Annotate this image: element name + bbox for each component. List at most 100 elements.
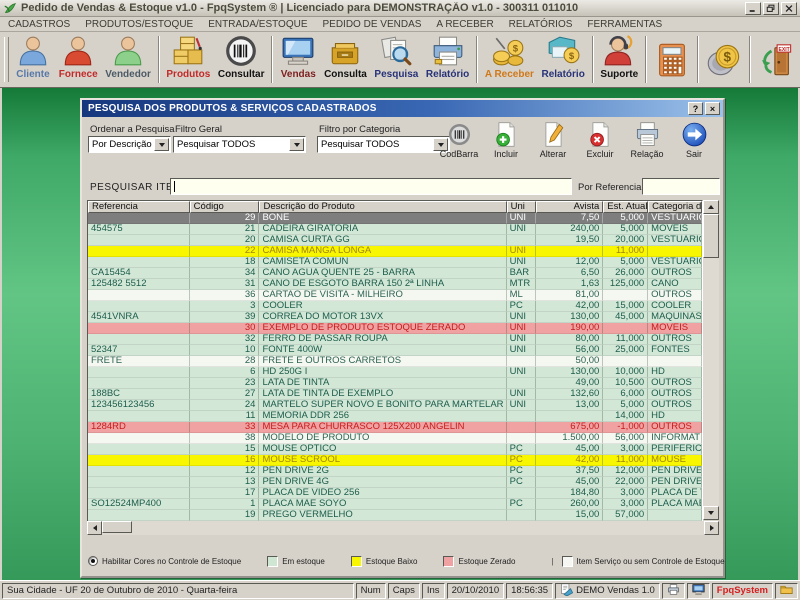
toolbar-button-cliente[interactable]: Cliente <box>11 33 55 86</box>
scroll-right-icon[interactable] <box>704 521 719 535</box>
order-filter-combobox[interactable]: Por Descrição <box>88 136 171 153</box>
table-row[interactable]: 20CAMISA CURTA GG19,5020,000VESTUARIO <box>88 235 702 246</box>
column-header-c-digo[interactable]: Código <box>190 201 260 213</box>
toolbar-button-exit-door[interactable]: EXIT <box>754 33 798 86</box>
menu-item-pedido-de-vendas[interactable]: PEDIDO DE VENDAS <box>323 19 422 30</box>
toolbar-button-relat-rio[interactable]: $Relatório <box>538 33 589 86</box>
toolbar-button-label: Vendedor <box>105 69 151 80</box>
category-filter-combobox[interactable]: Pesquisar TODOS <box>317 136 450 153</box>
table-row[interactable]: 12345612345624MARTELO SUPER NOVO E BONIT… <box>88 400 702 411</box>
toolbar-button-suporte[interactable]: Suporte <box>597 33 642 86</box>
table-row[interactable]: 19PREGO VERMELHO15,0057,000 <box>88 510 702 521</box>
table-cell: BONE <box>259 213 506 224</box>
menu-item-entrada-estoque[interactable]: ENTRADA/ESTOQUE <box>208 19 307 30</box>
reference-input[interactable] <box>642 178 720 195</box>
action-button-alterar[interactable]: Alterar <box>532 121 574 159</box>
table-cell: 52347 <box>88 345 190 356</box>
chevron-down-icon[interactable] <box>289 138 304 151</box>
table-row[interactable]: 1284RD33MESA PARA CHURRASCO 125X200 ANGE… <box>88 422 702 433</box>
toolbar-grip[interactable] <box>4 37 9 82</box>
scroll-left-icon[interactable] <box>87 521 102 535</box>
menu-item-a-receber[interactable]: A RECEBER <box>436 19 493 30</box>
chevron-down-icon[interactable] <box>154 138 169 151</box>
toolbar-button-consulta[interactable]: Consulta <box>320 33 370 86</box>
search-item-input[interactable] <box>170 178 572 195</box>
relacao-icon <box>634 121 661 148</box>
table-cell: 11 <box>190 411 260 422</box>
action-button-codbarra[interactable]: CodBarra <box>438 121 480 159</box>
table-row[interactable]: 3COOLERPC42,0015,000COOLER <box>88 301 702 312</box>
menu-item-relat-rios[interactable]: RELATÓRIOS <box>509 19 573 30</box>
table-row[interactable]: 5234710FONTE 400WUNI56,0025,000FONTES <box>88 345 702 356</box>
table-row[interactable]: 188BC27LATA DE TINTA DE EXEMPLOUNI132,60… <box>88 389 702 400</box>
table-cell: COOLER <box>259 301 506 312</box>
toolbar-button-coin[interactable]: $ <box>702 33 746 86</box>
column-header-descri-o-do-produto[interactable]: Descrição do Produto <box>259 201 506 213</box>
table-row[interactable]: 17PLACA DE VIDEO 256184,803,000PLACA DE … <box>88 488 702 499</box>
dialog-close-button[interactable]: × <box>705 102 720 115</box>
enable-colors-radio[interactable] <box>88 556 98 566</box>
column-header-est-atual[interactable]: Est. Atual <box>603 201 648 213</box>
table-row[interactable]: SO12524MP4001PLACA MÃE SOYOPC260,003,000… <box>88 499 702 510</box>
action-button-rela-o[interactable]: Relação <box>626 121 668 159</box>
toolbar-button-a-receber[interactable]: $A Receber <box>481 33 538 86</box>
table-cell: 19 <box>190 510 260 521</box>
table-cell: 675,00 <box>536 422 604 433</box>
toolbar-button-consultar[interactable]: Consultar <box>214 33 268 86</box>
window-titlebar[interactable]: Pedido de Vendas & Estoque v1.0 - FpqSys… <box>0 0 800 17</box>
toolbar-button-pesquisa[interactable]: Pesquisa <box>371 33 422 86</box>
action-button-sair[interactable]: Sair <box>673 121 715 159</box>
toolbar-button-vendas[interactable]: Vendas <box>276 33 320 86</box>
vertical-scroll-thumb[interactable] <box>703 214 719 258</box>
table-row[interactable]: 15MOUSE OPTICOPC45,003,000PERIFÉRICOS <box>88 444 702 455</box>
column-header-categoria-do-produto[interactable]: Categoria do Produto <box>648 201 702 213</box>
table-row[interactable]: 11MEMÓRIA DDR 25614,000HD <box>88 411 702 422</box>
table-row[interactable]: 6HD 250G IUNI130,0010,000HD <box>88 367 702 378</box>
table-row[interactable]: 32FERRO DE PASSAR ROUPAUNI80,0011,000OUT… <box>88 334 702 345</box>
table-row[interactable]: CA1545434CANO AGUA QUENTE 25 - BARRABAR6… <box>88 268 702 279</box>
close-button[interactable] <box>781 2 797 15</box>
table-row[interactable]: 29BONEUNI7,505,000VESTUARIO <box>88 213 702 224</box>
toolbar-button-vendedor[interactable]: Vendedor <box>101 33 154 86</box>
table-row[interactable]: 125482 551231CANO DE ESGOTO BARRA 150 2ª… <box>88 279 702 290</box>
table-row[interactable]: 16MOUSE SCROOLPC42,0011,000MOUSE <box>88 455 702 466</box>
menu-item-cadastros[interactable]: CADASTROS <box>8 19 70 30</box>
menu-item-produtos-estoque[interactable]: PRODUTOS/ESTOQUE <box>85 19 193 30</box>
vertical-scrollbar[interactable] <box>703 200 719 520</box>
table-row[interactable]: 30EXEMPLO DE PRODUTO ESTOQUE ZERADOUNI19… <box>88 323 702 334</box>
help-button[interactable]: ? <box>688 102 703 115</box>
column-header-referencia[interactable]: Referencia <box>88 201 190 213</box>
table-cell: MOUSE SCROOL <box>259 455 506 466</box>
toolbar-button-fornece[interactable]: Fornece <box>55 33 102 86</box>
column-header-uni[interactable]: Uni <box>507 201 536 213</box>
table-cell: UNI <box>507 246 536 257</box>
table-cell: MESA PARA CHURRASCO 125X200 ANGELIN <box>259 422 506 433</box>
restore-button[interactable] <box>763 2 779 15</box>
action-button-incluir[interactable]: Incluir <box>485 121 527 159</box>
toolbar-button-produtos[interactable]: Produtos <box>163 33 214 86</box>
scroll-up-icon[interactable] <box>703 200 719 214</box>
stock-color-legend: Habilitar Cores no Controle de Estoque E… <box>88 552 720 570</box>
horizontal-scrollbar[interactable] <box>87 521 719 535</box>
table-row[interactable]: 18CAMISETA COMUNUNI12,005,000VESTUARIO <box>88 257 702 268</box>
table-row[interactable]: 36CARTAO DE VISITA - MILHEIROML81,00OUTR… <box>88 290 702 301</box>
table-row[interactable]: 4541VNRA39CORREA DO MOTOR 13VXUNI130,004… <box>88 312 702 323</box>
table-row[interactable]: 22CAMISA MANGA LONGAUNI11,000 <box>88 246 702 257</box>
table-cell <box>88 246 190 257</box>
toolbar-button-calculator[interactable] <box>650 33 694 86</box>
table-row[interactable]: 12PEN DRIVE 2GPC37,5012,000PEN DRIVE <box>88 466 702 477</box>
scroll-down-icon[interactable] <box>703 506 719 520</box>
minimize-button[interactable] <box>745 2 761 15</box>
table-row[interactable]: 23LATA DE TINTA49,0010,500OUTROS <box>88 378 702 389</box>
column-header-avista[interactable]: Avista <box>536 201 604 213</box>
table-row[interactable]: 38MODELO DE PRODUTO1.500,0056,000INFORMA… <box>88 433 702 444</box>
action-button-excluir[interactable]: Excluir <box>579 121 621 159</box>
menu-item-ferramentas[interactable]: FERRAMENTAS <box>587 19 662 30</box>
table-row[interactable]: FRETE28FRETE E OUTROS CARRETOS50,00 <box>88 356 702 367</box>
table-row[interactable]: 45457521CADEIRA GIRATORIAUNI240,005,000M… <box>88 224 702 235</box>
table-row[interactable]: 13PEN DRIVE 4GPC45,0022,000PEN DRIVE <box>88 477 702 488</box>
horizontal-scroll-thumb[interactable] <box>102 521 132 533</box>
dialog-titlebar[interactable]: PESQUISA DOS PRODUTOS & SERVIÇOS CADASTR… <box>82 100 723 117</box>
general-filter-combobox[interactable]: Pesquisar TODOS <box>173 136 306 153</box>
toolbar-button-relat-rio[interactable]: Relatório <box>422 33 473 86</box>
